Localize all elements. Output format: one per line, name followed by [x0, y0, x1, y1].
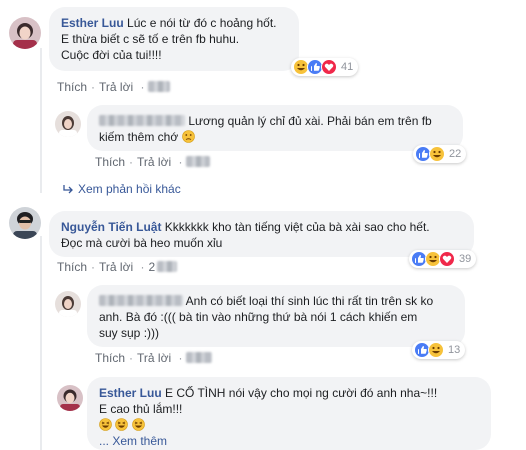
like-link[interactable]: Thích	[57, 80, 87, 94]
thread-line	[40, 48, 42, 193]
view-more-replies[interactable]: Xem phản hồi khác	[62, 182, 181, 196]
comment-bubble: Esther Luu E CỐ TÌNH nói vậy cho mọi ng …	[87, 377, 491, 450]
avatar-photo-icon	[9, 207, 41, 239]
grinning-squint-icon	[131, 418, 145, 431]
separator: ·	[129, 351, 134, 365]
reply-arrow-icon	[63, 185, 73, 194]
avatar-photo-icon	[55, 111, 81, 137]
separator: ·	[140, 80, 145, 94]
comment-author[interactable]: Esther Luu	[61, 16, 124, 30]
avatar[interactable]	[55, 111, 81, 137]
haha-icon	[429, 146, 445, 162]
comment-text: Lúc e nói từ đó c hoảng hốt.	[127, 16, 277, 30]
avatar-photo-icon	[9, 17, 41, 49]
reply-link[interactable]: Trả lời	[137, 155, 171, 169]
comment-text: Cuộc đời của tui!!!!	[61, 48, 162, 62]
separator: ·	[178, 155, 183, 169]
avatar[interactable]	[9, 17, 41, 49]
comment-bubble: Nguyễn Tiến Luật Kkkkkkk kho tàn tiếng v…	[49, 211, 474, 257]
avatar-photo-icon	[55, 291, 81, 317]
view-more-replies-label[interactable]: Xem phản hồi khác	[78, 182, 181, 196]
comment-actions: Thích · Trả lời ·	[95, 155, 211, 169]
blurred-timestamp	[148, 81, 171, 92]
blurred-author[interactable]	[99, 115, 185, 126]
love-icon	[321, 59, 337, 75]
reaction-count: 22	[449, 148, 462, 160]
thread-line	[40, 236, 42, 450]
comment-actions: Thích · Trả lời · 2	[57, 260, 178, 274]
grinning-squint-icon	[99, 418, 112, 431]
blurred-timestamp	[157, 261, 178, 272]
comment-author[interactable]: Esther Luu	[99, 386, 162, 400]
comment-text: suy sụp :)))	[99, 326, 160, 340]
avatar-photo-icon	[57, 385, 83, 411]
comment-bubble: Lương quản lý chỉ đủ xài. Phải bán em tr…	[87, 105, 463, 151]
reaction-summary[interactable]: 22	[413, 145, 467, 163]
reaction-summary[interactable]: 39	[409, 250, 477, 268]
see-more-link[interactable]: ... Xem thêm	[99, 434, 167, 448]
comment-text: E thừa biết c sẽ tố e trên fb huhu.	[61, 32, 240, 46]
grinning-squint-icon	[115, 418, 129, 431]
reaction-count: 13	[448, 344, 461, 356]
love-icon	[439, 251, 455, 267]
comment-actions: Thích · Trả lời ·	[95, 351, 213, 365]
reply-link[interactable]: Trả lời	[99, 80, 133, 94]
reaction-count: 39	[459, 253, 472, 265]
reply-link[interactable]: Trả lời	[99, 260, 133, 274]
comment-text: Anh có biết loại thí sinh lúc thi rất ti…	[185, 294, 434, 308]
comment-text: kiếm thêm chớ	[99, 130, 179, 144]
comment-text: Kkkkkkk kho tàn tiếng việt của bà xài sa…	[164, 220, 430, 234]
like-link[interactable]: Thích	[95, 155, 125, 169]
separator: ·	[91, 80, 96, 94]
comment-bubble: Esther Luu Lúc e nói từ đó c hoảng hốt. …	[49, 7, 299, 71]
comment-text: E CỐ TÌNH nói vậy cho mọi ng cười đó anh…	[165, 386, 438, 400]
confused-face-icon	[181, 130, 195, 143]
emoji-row	[99, 418, 145, 432]
like-link[interactable]: Thích	[57, 260, 87, 274]
reaction-summary[interactable]: 13	[412, 341, 466, 359]
like-link[interactable]: Thích	[95, 351, 125, 365]
comment-author[interactable]: Nguyễn Tiến Luật	[61, 220, 161, 234]
blurred-timestamp	[186, 352, 213, 363]
comment-text: E cao thủ lắm!!!	[99, 402, 183, 416]
blurred-timestamp	[186, 156, 211, 167]
avatar[interactable]	[9, 207, 41, 239]
comment-text: Lương quản lý chỉ đủ xài. Phải bán em tr…	[188, 114, 432, 128]
avatar[interactable]	[55, 291, 81, 317]
comment-text: anh. Bà đó :((( bà tin vào những thứ bà …	[99, 310, 418, 324]
comment-actions: Thích · Trả lời ·	[57, 80, 171, 94]
avatar[interactable]	[57, 385, 83, 411]
separator: ·	[178, 351, 183, 365]
reaction-count: 41	[341, 61, 354, 73]
separator: ·	[129, 155, 134, 169]
separator: ·	[140, 260, 145, 274]
comment-bubble: Anh có biết loại thí sinh lúc thi rất ti…	[87, 285, 465, 347]
reply-link[interactable]: Trả lời	[137, 351, 171, 365]
comment-time[interactable]: 2	[148, 260, 155, 274]
comment-text: Đọc mà cười bà heo muốn xỉu	[61, 236, 223, 250]
reaction-summary[interactable]: 41	[291, 58, 359, 76]
haha-icon	[428, 342, 444, 358]
separator: ·	[91, 260, 96, 274]
blurred-author[interactable]	[99, 295, 183, 306]
